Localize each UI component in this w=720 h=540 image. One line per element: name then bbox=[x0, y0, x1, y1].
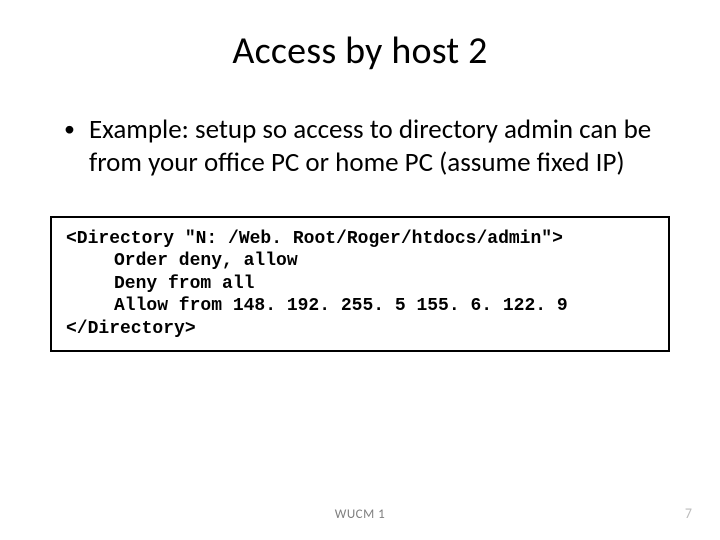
code-line: </Directory> bbox=[66, 319, 196, 339]
slide: Access by host 2 • Example: setup so acc… bbox=[0, 0, 720, 540]
bullet-list: • Example: setup so access to directory … bbox=[64, 114, 680, 180]
list-item: • Example: setup so access to directory … bbox=[64, 114, 680, 180]
page-title: Access by host 2 bbox=[40, 28, 680, 74]
code-block: <Directory "N: /Web. Root/Roger/htdocs/a… bbox=[50, 216, 670, 353]
page-number: 7 bbox=[685, 505, 692, 522]
code-line: Allow from 148. 192. 255. 5 155. 6. 122.… bbox=[66, 295, 654, 318]
code-line: Deny from all bbox=[66, 273, 654, 296]
bullet-text: Example: setup so access to directory ad… bbox=[89, 114, 680, 180]
code-line: Order deny, allow bbox=[66, 250, 654, 273]
bullet-dot-icon: • bbox=[64, 116, 75, 143]
footer-label: WUCM 1 bbox=[0, 507, 720, 522]
code-line: <Directory "N: /Web. Root/Roger/htdocs/a… bbox=[66, 229, 563, 249]
